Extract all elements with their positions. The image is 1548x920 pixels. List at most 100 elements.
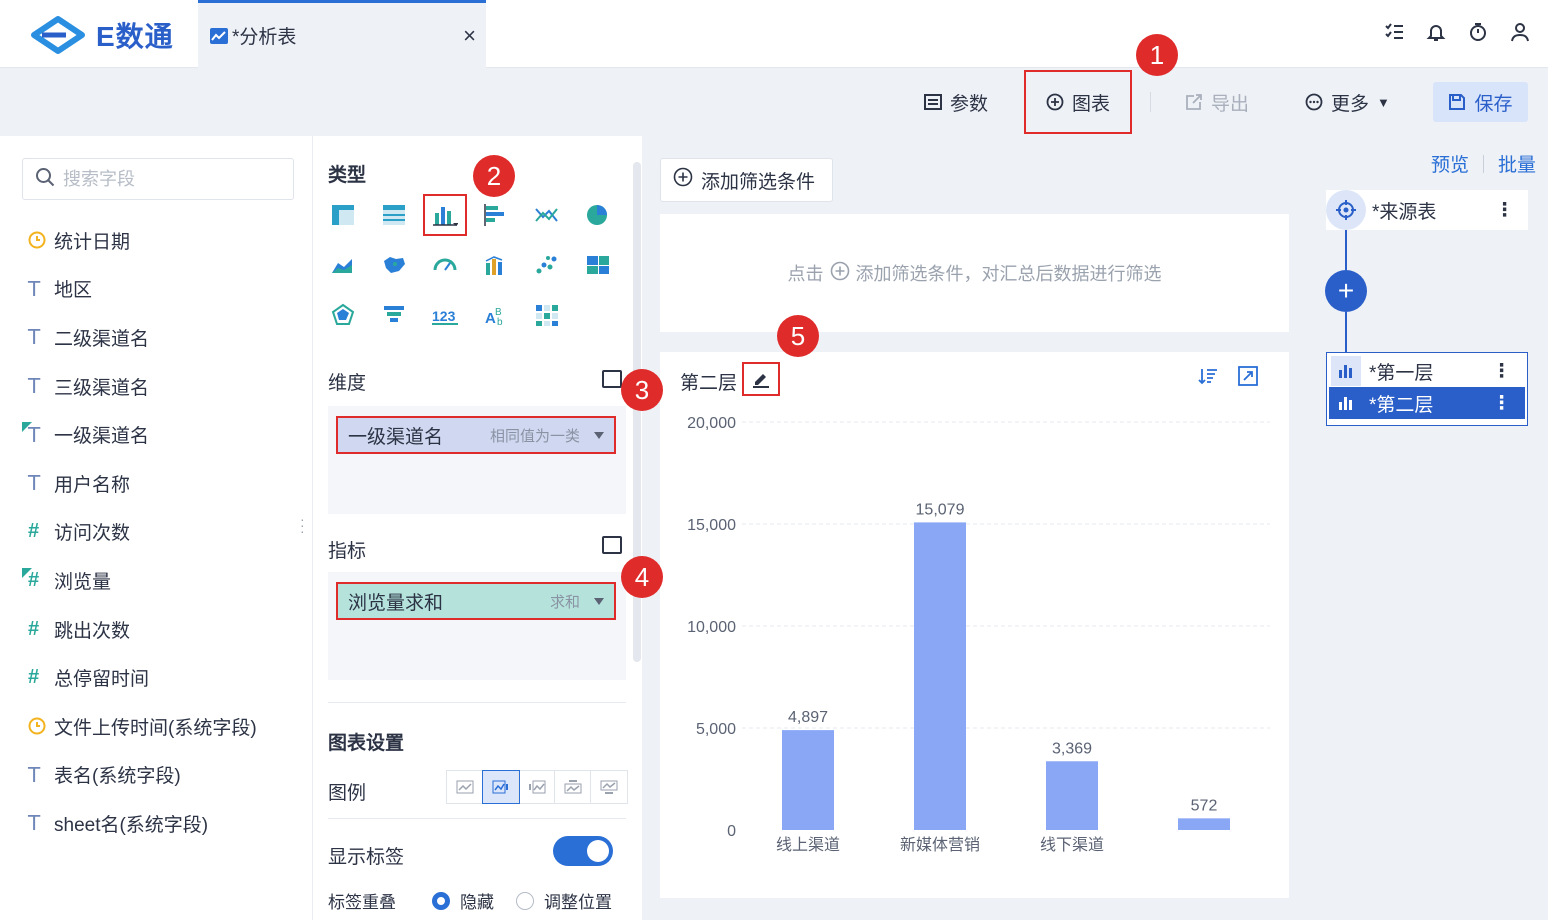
field-panel: 统计日期T地区T二级渠道名T三级渠道名T一级渠道名T用户名称#访问次数#浏览量#… bbox=[0, 136, 312, 920]
bar bbox=[1046, 761, 1098, 830]
add-filter-button[interactable]: 添加筛选条件 bbox=[660, 158, 833, 202]
field-item[interactable]: T 二级渠道名 bbox=[22, 313, 302, 362]
add-node-button[interactable]: + bbox=[1325, 270, 1367, 312]
field-label: sheet名(系统字段) bbox=[54, 814, 209, 836]
show-labels-toggle[interactable] bbox=[553, 836, 613, 866]
export-button[interactable]: 导出 bbox=[1185, 82, 1249, 122]
caret-down-icon[interactable] bbox=[594, 431, 604, 439]
expand-icon[interactable] bbox=[1238, 366, 1258, 391]
section-divider bbox=[328, 818, 626, 819]
bar bbox=[1178, 818, 1230, 830]
field-search[interactable] bbox=[22, 158, 294, 200]
field-item[interactable]: T 用户名称 bbox=[22, 459, 302, 508]
heatmap-icon[interactable] bbox=[529, 298, 565, 332]
overlap-adjust-label: 调整位置 bbox=[544, 893, 612, 912]
edit-pen-icon[interactable] bbox=[742, 362, 780, 396]
dimension-drop-zone[interactable]: 一级渠道名 相同值为一类 bbox=[328, 406, 626, 514]
kebab-menu-icon[interactable]: ⋮ bbox=[1495, 201, 1514, 220]
text-field-icon: T bbox=[28, 276, 41, 301]
layer-item-1[interactable]: *第一层 ⋮ bbox=[1329, 355, 1525, 387]
save-button[interactable]: 保存 bbox=[1433, 82, 1528, 122]
chart-line-icon bbox=[210, 27, 228, 44]
legend-top-icon[interactable] bbox=[555, 771, 591, 803]
tab-analysis[interactable]: *分析表 × bbox=[198, 0, 486, 68]
legend-right-icon[interactable] bbox=[482, 770, 520, 804]
field-item[interactable]: # 访问次数 bbox=[22, 508, 302, 557]
calculated-field-marker bbox=[22, 422, 32, 433]
map-icon[interactable] bbox=[376, 248, 412, 282]
filter-area: 点击 添加筛选条件，对汇总后数据进行筛选 bbox=[660, 214, 1289, 332]
kpi-number-icon[interactable]: 123 bbox=[427, 298, 463, 332]
timer-icon[interactable] bbox=[1468, 20, 1488, 44]
y-tick-label: 5,000 bbox=[696, 721, 736, 738]
field-item[interactable]: T 表名(系统字段) bbox=[22, 751, 302, 800]
measure-drawer-icon[interactable] bbox=[602, 536, 622, 554]
legend-none-icon[interactable] bbox=[447, 771, 483, 803]
bar-chart-icon bbox=[1331, 356, 1361, 386]
field-item[interactable]: T 三级渠道名 bbox=[22, 362, 302, 411]
label-overlap-row: 标签重叠 隐藏 调整位置 bbox=[328, 888, 612, 913]
area-chart-icon[interactable] bbox=[325, 248, 361, 282]
field-label: 用户名称 bbox=[54, 474, 131, 496]
save-icon bbox=[1448, 93, 1466, 111]
params-button[interactable]: 参数 bbox=[924, 82, 988, 122]
preview-link[interactable]: 预览 bbox=[1431, 150, 1469, 177]
search-input[interactable] bbox=[63, 168, 283, 190]
combo-chart-icon[interactable] bbox=[478, 248, 514, 282]
table-grouped-icon[interactable] bbox=[376, 198, 412, 232]
more-button[interactable]: 更多 ▼ bbox=[1305, 82, 1390, 122]
resize-handle[interactable]: · · · bbox=[300, 512, 305, 538]
field-item[interactable]: 文件上传时间(系统字段) bbox=[22, 702, 302, 751]
field-item[interactable]: T 一级渠道名 bbox=[22, 410, 302, 459]
legend-left-icon[interactable] bbox=[519, 771, 555, 803]
sort-icon[interactable] bbox=[1198, 366, 1218, 391]
field-item[interactable]: # 跳出次数 bbox=[22, 605, 302, 654]
text-field-icon: T bbox=[28, 374, 41, 399]
dimension-drawer-icon[interactable] bbox=[602, 370, 622, 388]
close-icon[interactable]: × bbox=[463, 23, 476, 49]
y-tick-label: 0 bbox=[727, 823, 736, 840]
field-label: 跳出次数 bbox=[54, 620, 131, 642]
callout-badge-1: 1 bbox=[1136, 34, 1178, 76]
task-list-icon[interactable] bbox=[1384, 20, 1404, 44]
pie-chart-icon[interactable] bbox=[580, 198, 616, 232]
source-node[interactable]: *来源表 ⋮ bbox=[1326, 190, 1528, 230]
field-label: 三级渠道名 bbox=[54, 377, 150, 399]
scatter-icon[interactable] bbox=[529, 248, 565, 282]
app-logo[interactable]: E数通 bbox=[26, 14, 186, 56]
word-cloud-icon[interactable]: ABb bbox=[478, 298, 514, 332]
overlap-hide-radio[interactable] bbox=[432, 891, 450, 910]
y-tick-label: 10,000 bbox=[687, 619, 736, 636]
horizontal-bar-icon[interactable] bbox=[478, 198, 514, 232]
funnel-icon[interactable] bbox=[376, 298, 412, 332]
legend-bottom-icon[interactable] bbox=[591, 771, 627, 803]
caret-down-icon[interactable] bbox=[594, 597, 604, 605]
chart-button[interactable]: 图表 bbox=[1024, 70, 1132, 134]
bar bbox=[914, 522, 966, 830]
field-item[interactable]: # 浏览量 bbox=[22, 556, 302, 605]
table-detail-icon[interactable] bbox=[325, 198, 361, 232]
user-icon[interactable] bbox=[1510, 20, 1530, 44]
kebab-menu-icon[interactable]: ⋮ bbox=[1492, 394, 1511, 413]
layer-item-2[interactable]: *第二层 ⋮ bbox=[1329, 387, 1525, 419]
field-item[interactable]: # 总停留时间 bbox=[22, 653, 302, 702]
bell-icon[interactable] bbox=[1426, 20, 1446, 44]
bar-value-label: 3,369 bbox=[1052, 740, 1092, 757]
overlap-adjust-radio[interactable] bbox=[516, 891, 534, 910]
radar-icon[interactable] bbox=[325, 298, 361, 332]
measure-pill[interactable]: 浏览量求和 求和 bbox=[336, 582, 616, 620]
text-field-icon: T bbox=[28, 471, 41, 496]
kebab-menu-icon[interactable]: ⋮ bbox=[1492, 362, 1511, 381]
dimension-pill[interactable]: 一级渠道名 相同值为一类 bbox=[336, 416, 616, 454]
target-icon bbox=[1326, 190, 1366, 230]
measure-drop-zone[interactable]: 浏览量求和 求和 bbox=[328, 572, 626, 680]
treemap-icon[interactable] bbox=[580, 248, 616, 282]
gauge-icon[interactable] bbox=[427, 248, 463, 282]
bar-chart-icon[interactable] bbox=[423, 194, 467, 236]
batch-link[interactable]: 批量 bbox=[1498, 150, 1536, 177]
field-item[interactable]: T 地区 bbox=[22, 265, 302, 314]
field-item[interactable]: 统计日期 bbox=[22, 216, 302, 265]
line-chart-icon[interactable] bbox=[529, 198, 565, 232]
field-item[interactable]: Tsheet名(系统字段) bbox=[22, 799, 302, 848]
logo-icon bbox=[31, 16, 85, 54]
